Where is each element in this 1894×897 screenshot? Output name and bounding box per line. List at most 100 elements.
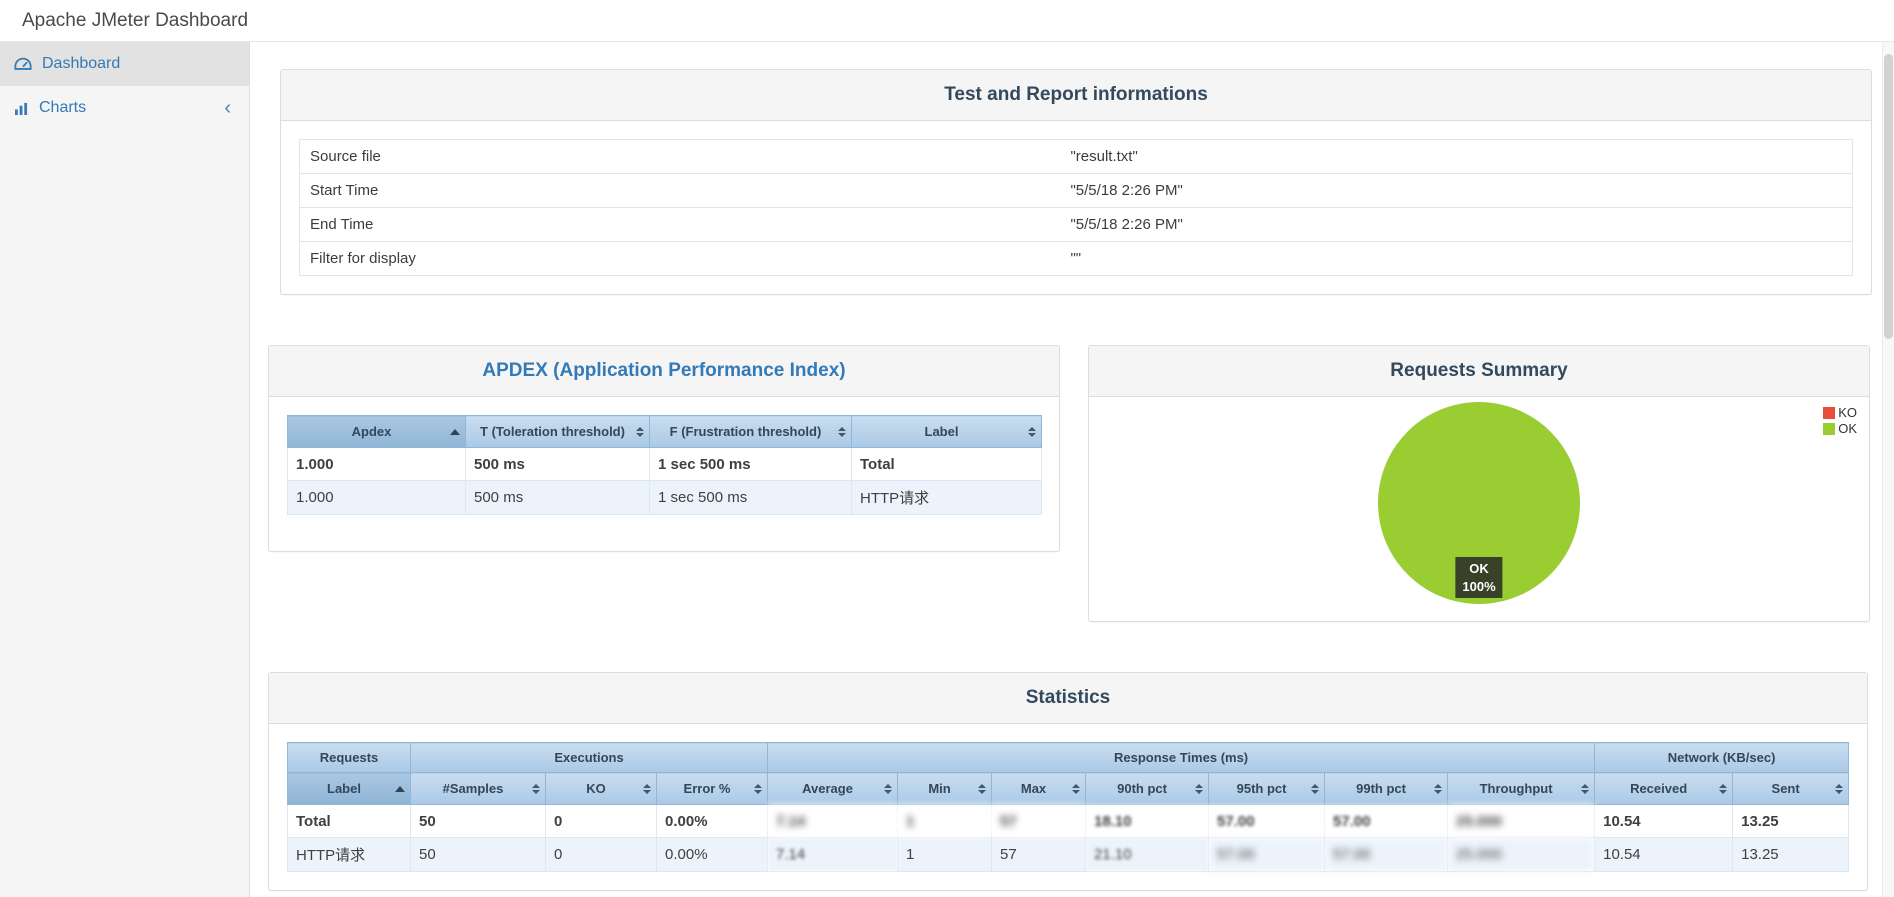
panel-body: Apdex T (Toleration threshold) F (Frustr… [269,397,1059,551]
sort-icon[interactable] [1835,783,1844,794]
statistics-table: Requests Executions Response Times (ms) … [287,742,1850,872]
legend-item-ok: OK [1823,421,1857,437]
pie-label-line2: 100% [1462,578,1496,594]
pie-label-line1: OK [1469,561,1489,576]
cell: 57.00 [1324,804,1449,838]
pie-data-label: OK 100% [1455,557,1503,599]
cell: 0.00% [655,837,769,872]
apdex-title: APDEX (Application Performance Index) [482,360,846,381]
panel-body: Requests Executions Response Times (ms) … [269,724,1867,890]
table-row: Source file "result.txt" [300,140,1853,174]
column-header-99th[interactable]: 99th pct [1324,772,1449,805]
sort-icon[interactable] [1719,783,1728,794]
sort-icon[interactable] [838,426,846,437]
legend-item-ko: KO [1823,405,1857,421]
header-row: Label #Samples KO Error % Average Min Ma… [287,772,1850,805]
column-header-toleration[interactable]: T (Toleration threshold) [465,415,650,448]
table-row: HTTP请求 50 0 0.00% 7.14 1 57 21.10 57.00 … [287,837,1850,872]
test-info-panel: Test and Report informations Source file… [280,69,1872,295]
column-header-label[interactable]: Label [851,415,1042,448]
group-response-times: Response Times (ms) [767,742,1596,773]
column-header-95th[interactable]: 95th pct [1208,772,1326,805]
info-label: Source file [310,148,381,165]
sort-icon[interactable] [532,783,540,794]
panel-heading: APDEX (Application Performance Index) [269,346,1059,397]
info-value: "result.txt" [1070,148,1138,165]
sort-asc-icon[interactable] [450,428,460,435]
column-header-90th[interactable]: 90th pct [1085,772,1210,805]
main-content: Test and Report informations Source file… [250,42,1882,897]
column-header-apdex[interactable]: Apdex [287,415,466,448]
middle-row: APDEX (Application Performance Index) Ap… [268,345,1882,622]
cell: Total [851,447,1042,481]
sort-icon[interactable] [1581,783,1590,794]
table-row: 1.000 500 ms 1 sec 500 ms HTTP请求 [287,480,1042,515]
info-label: End Time [299,207,1061,242]
requests-summary-title: Requests Summary [1390,360,1568,381]
table-row: Total 50 0 0.00% 7.14 1 57 18.10 57.00 5… [287,804,1850,838]
sort-icon[interactable] [1311,783,1320,794]
statistics-title: Statistics [1025,687,1111,708]
scrollbar-thumb[interactable] [1884,54,1893,339]
cell: 57.00 [1208,804,1326,838]
cell: 10.54 [1594,837,1734,872]
dashboard-icon [14,57,32,71]
cell: 50 [410,804,546,838]
sidebar-item-dashboard[interactable]: Dashboard [0,42,249,86]
group-requests: Requests [287,742,411,773]
topbar: Apache JMeter Dashboard [0,0,1894,42]
group-executions: Executions [409,742,769,773]
column-header-min[interactable]: Min [897,772,993,805]
column-header-received[interactable]: Received [1594,772,1734,805]
panel-heading: Requests Summary [1089,346,1869,397]
info-value: "" [1060,241,1853,276]
cell: 25.000 [1447,837,1596,872]
info-value: "5/5/18 2:26 PM" [1060,207,1853,242]
sort-icon[interactable] [978,783,987,794]
sort-icon[interactable] [643,783,651,794]
cell: 57.00 [1324,837,1449,872]
table-row: Filter for display "" [299,241,1853,276]
chevron-left-icon[interactable]: ‹ [224,98,235,118]
statistics-panel: Statistics Requests Executions Response … [268,672,1868,891]
cell: 57 [991,804,1087,838]
sort-icon[interactable] [1434,783,1443,794]
table-row: End Time "5/5/18 2:26 PM" [299,207,1853,242]
column-header-sent[interactable]: Sent [1732,772,1850,805]
cell: 13.25 [1732,804,1850,838]
cell: 50 [410,837,546,872]
info-label: Start Time [299,173,1061,208]
column-header-ko[interactable]: KO [545,772,657,805]
column-header-throughput[interactable]: Throughput [1447,772,1596,805]
column-header-label[interactable]: Label [287,772,411,805]
sort-icon[interactable] [884,783,893,794]
column-header-average[interactable]: Average [767,772,899,805]
sort-icon[interactable] [1028,426,1036,437]
cell: 0.00% [655,804,769,838]
vertical-scrollbar[interactable] [1882,42,1894,897]
sort-icon[interactable] [754,783,763,794]
sidebar-item-label: Charts [39,99,87,116]
column-header-frustration[interactable]: F (Frustration threshold) [649,415,852,448]
legend-label: OK [1838,421,1857,436]
cell: 18.10 [1085,804,1210,838]
cell: 7.14 [767,804,899,838]
panel-body: Source file "result.txt" Start Time "5/5… [281,121,1871,294]
sort-icon[interactable] [636,426,644,437]
test-info-table: Source file "result.txt" Start Time "5/5… [299,139,1853,276]
column-header-samples[interactable]: #Samples [410,772,546,805]
sort-icon[interactable] [1195,783,1204,794]
cell: 1.000 [287,480,466,515]
sort-icon[interactable] [1072,783,1081,794]
cell: 25.000 [1447,804,1596,838]
panel-body: KO OK OK 100% [1089,397,1869,621]
sidebar-item-charts[interactable]: Charts ‹ [0,86,249,130]
column-header-error[interactable]: Error % [655,772,769,805]
sidebar-item-label: Dashboard [42,55,121,72]
cell: 500 ms [465,447,650,481]
requests-pie-chart: OK 100% [1377,401,1581,610]
column-header-max[interactable]: Max [991,772,1087,805]
info-label: Filter for display [299,241,1061,276]
table-row: 1.000 500 ms 1 sec 500 ms Total [287,447,1042,481]
sort-asc-icon[interactable] [395,785,405,792]
